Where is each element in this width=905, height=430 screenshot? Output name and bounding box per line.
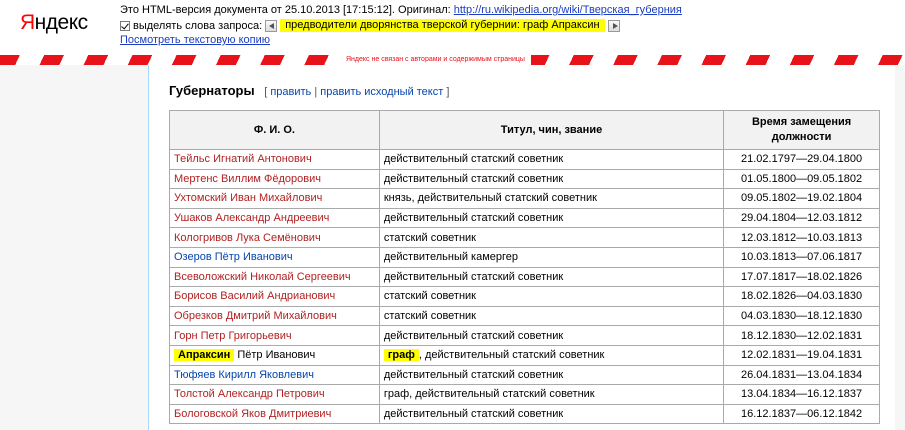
table-row: Всеволожский Николай Сергеевич действите…: [169, 266, 880, 288]
governor-name-link[interactable]: Всеволожский Николай Сергеевич: [169, 266, 380, 288]
governor-period: 09.05.1802—19.02.1804: [723, 188, 880, 209]
table-row: Обрезков Дмитрий Михайлович статский сов…: [169, 305, 880, 327]
governor-title: действительный статский советник: [378, 364, 725, 386]
governor-title: статский советник: [378, 305, 725, 327]
highlight-row: выделять слова запроса: предводители дво…: [120, 18, 682, 33]
governor-name-link[interactable]: Кологривов Лука Семёнович: [169, 227, 380, 248]
governor-period: 17.07.1817—18.02.1826: [723, 266, 880, 288]
governor-title: статский советник: [378, 286, 725, 307]
governor-period: 12.02.1831—19.04.1831: [723, 344, 880, 366]
table-row-highlighted: Апраксин Пётр Иванович граф, действитель…: [169, 344, 880, 366]
governor-period: 12.03.1812—10.03.1813: [723, 227, 880, 248]
edit-separator: |: [314, 86, 318, 98]
left-sidebar: [0, 65, 148, 430]
text-copy-link[interactable]: Посмотреть текстовую копию: [120, 34, 270, 46]
governors-table: Ф. И. О. Титул, чин, звание Время замеще…: [169, 110, 880, 425]
edit-bracket-close: ]: [446, 86, 450, 98]
highlight-label: выделять слова запроса:: [133, 19, 263, 32]
governor-title: действительный камергер: [378, 246, 725, 268]
section-heading: Губернаторы [ править | править исходный…: [169, 83, 449, 98]
governor-title: князь, действительный статский советник: [378, 188, 725, 209]
section-title: Губернаторы: [169, 83, 255, 98]
edit-links: [ править | править исходный текст ]: [264, 86, 449, 98]
edit-link[interactable]: править: [270, 86, 311, 98]
title-rest: , действительный статский советник: [418, 349, 605, 362]
governor-title: статский советник: [378, 227, 725, 248]
column-header-title: Титул, чин, звание: [378, 110, 725, 150]
governor-period: 13.04.1834—16.12.1837: [723, 384, 880, 405]
next-match-button[interactable]: [607, 19, 620, 32]
table-row: Горн Петр Григорьевич действительный ста…: [169, 325, 880, 346]
edit-source-link[interactable]: править исходный текст: [320, 86, 443, 98]
governor-name-link[interactable]: Горн Петр Григорьевич: [169, 325, 380, 346]
governor-period: 18.02.1826—04.03.1830: [723, 286, 880, 307]
governor-name-link[interactable]: Ухтомский Иван Михайлович: [169, 188, 380, 209]
cache-info-line: Это HTML-версия документа от 25.10.2013 …: [120, 3, 682, 17]
governor-title: действительный статский советник: [378, 207, 725, 229]
governor-name-link[interactable]: Бологовской Яков Дмитриевич: [169, 403, 380, 425]
governor-name-link[interactable]: Ушаков Александр Андреевич: [169, 207, 380, 229]
governor-title: действительный статский советник: [378, 266, 725, 288]
governor-period: 21.02.1797—29.04.1800: [723, 149, 880, 170]
right-gutter: [895, 65, 905, 430]
table-row: Толстой Александр Петрович граф, действи…: [169, 384, 880, 405]
prev-match-button[interactable]: [265, 19, 278, 32]
original-url-link[interactable]: http://ru.wikipedia.org/wiki/Тверская_гу…: [454, 4, 682, 16]
table-row: Тюфяев Кирилл Яковлевич действительный с…: [169, 364, 880, 386]
governor-name-link[interactable]: Тюфяев Кирилл Яковлевич: [169, 364, 380, 386]
governor-title: граф, действительный статский советник: [378, 344, 725, 366]
table-row: Ушаков Александр Андреевич действительны…: [169, 207, 880, 229]
governor-period: 29.04.1804—12.03.1812: [723, 207, 880, 229]
governor-name-link[interactable]: Озеров Пётр Иванович: [169, 246, 380, 268]
governor-title: действительный статский советник: [378, 149, 725, 170]
text-copy-row: Посмотреть текстовую копию: [120, 33, 682, 47]
table-row: Тейльс Игнатий Антонович действительный …: [169, 149, 880, 170]
article-content: Губернаторы [ править | править исходный…: [148, 65, 895, 430]
governor-name-link[interactable]: Тейльс Игнатий Антонович: [169, 149, 380, 170]
query-highlight: предводители дворянства тверской губерни…: [280, 19, 605, 32]
highlight-checkbox[interactable]: [120, 20, 130, 31]
governor-title: действительный статский советник: [378, 403, 725, 425]
governor-name-link[interactable]: Мертенс Виллим Фёдорович: [169, 168, 380, 190]
governor-period: 10.03.1813—07.06.1817: [723, 246, 880, 268]
governor-name-link[interactable]: Борисов Василий Андрианович: [169, 286, 380, 307]
governor-name-link[interactable]: Обрезков Дмитрий Михайлович: [169, 305, 380, 327]
governor-title: действительный статский советник: [378, 168, 725, 190]
governor-period: 16.12.1837—06.12.1842: [723, 403, 880, 425]
name-rest: Пётр Иванович: [234, 349, 316, 362]
yandex-logo[interactable]: Яндекс: [20, 11, 88, 35]
table-row: Борисов Василий Андрианович статский сов…: [169, 286, 880, 307]
name-highlight: Апраксин: [174, 349, 235, 362]
yandex-cache-header: Яндекс Это HTML-версия документа от 25.1…: [0, 0, 905, 55]
governor-period: 18.12.1830—12.02.1831: [723, 325, 880, 346]
title-highlight: граф: [383, 349, 419, 362]
governor-period: 04.03.1830—18.12.1830: [723, 305, 880, 327]
governor-title: граф, действительный статский советник: [378, 384, 725, 405]
cache-info-text: Это HTML-версия документа от 25.10.2013 …: [120, 4, 454, 16]
column-header-period: Время замещения должности: [723, 110, 880, 150]
governor-name-link[interactable]: Толстой Александр Петрович: [169, 384, 380, 405]
governor-period: 26.04.1831—13.04.1834: [723, 364, 880, 386]
table-row: Озеров Пётр Иванович действительный каме…: [169, 246, 880, 268]
disclaimer-text: Яндекс не связан с авторами и содержимым…: [340, 55, 531, 65]
table-row: Мертенс Виллим Фёдорович действительный …: [169, 168, 880, 190]
table-row: Ухтомский Иван Михайлович князь, действи…: [169, 188, 880, 209]
logo-letter: Я: [20, 11, 35, 34]
table-header-row: Ф. И. О. Титул, чин, звание Время замеще…: [169, 110, 880, 150]
edit-bracket-open: [: [264, 86, 268, 98]
table-row: Бологовской Яков Дмитриевич действительн…: [169, 403, 880, 425]
governor-title: действительный статский советник: [378, 325, 725, 346]
logo-rest: ндекс: [34, 11, 88, 34]
column-header-name: Ф. И. О.: [169, 110, 380, 150]
table-row: Кологривов Лука Семёнович статский совет…: [169, 227, 880, 248]
governor-name: Апраксин Пётр Иванович: [169, 344, 380, 366]
cache-info: Это HTML-версия документа от 25.10.2013 …: [120, 3, 682, 47]
governor-period: 01.05.1800—09.05.1802: [723, 168, 880, 190]
